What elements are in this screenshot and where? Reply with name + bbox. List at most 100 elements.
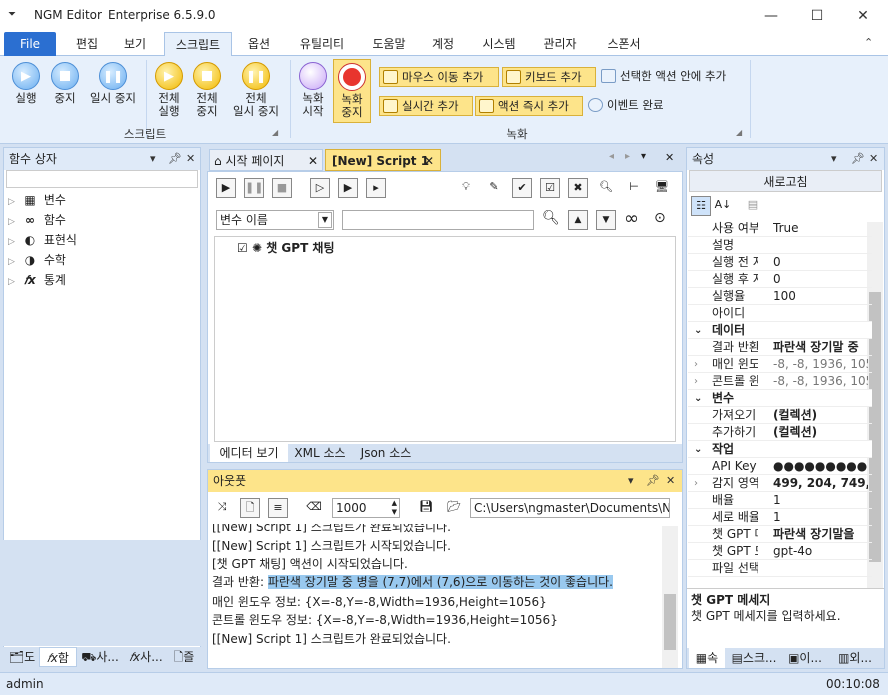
play-outline-icon[interactable]: ▷ xyxy=(310,178,330,198)
minimize-button[interactable]: — xyxy=(748,0,794,32)
categorized-icon[interactable]: ☷ xyxy=(691,196,711,216)
tab-file[interactable]: File xyxy=(4,32,56,56)
clear-icon[interactable]: ⤨ xyxy=(212,498,232,518)
property-row[interactable]: 가져오기 (컬렉션) xyxy=(688,407,872,424)
event-done-button[interactable]: 이벤트 완료 xyxy=(585,96,677,116)
tab-script[interactable]: 스크립트 xyxy=(164,32,232,56)
up-icon[interactable]: ▲ xyxy=(568,210,588,230)
tab-favorites[interactable]: 🗋즐 xyxy=(169,647,199,667)
tab-toolbox[interactable]: 🗂︎도 xyxy=(5,647,39,667)
folder-icon[interactable]: 📂︎ xyxy=(444,498,464,518)
record-stop-button[interactable]: 녹화 중지 xyxy=(333,59,371,123)
log-path-input[interactable]: C:\Users\ngmaster\Documents\NGM xyxy=(470,498,670,518)
output-scrollbar[interactable] xyxy=(662,526,678,668)
tree-item-variable[interactable]: ▷ ▦ 변수 xyxy=(8,190,66,210)
group-launcher-icon[interactable]: ◢ xyxy=(736,128,742,137)
infinity-icon[interactable]: ∞ xyxy=(624,208,639,229)
tree-icon[interactable]: ⊢ xyxy=(624,178,644,198)
property-row[interactable]: 사용 여부 True xyxy=(688,220,872,237)
property-value[interactable]: 1 xyxy=(773,492,868,509)
step-icon[interactable]: ▶ xyxy=(338,178,358,198)
line-count-stepper[interactable]: 1000 ▲ ▼ xyxy=(332,498,400,518)
checkbox-icon[interactable]: ☑ xyxy=(237,241,248,255)
maximize-button[interactable]: ☐ xyxy=(794,0,840,32)
tab-user[interactable]: ⛟사... xyxy=(79,647,121,667)
tab-properties[interactable]: ▦속 xyxy=(689,648,725,668)
property-row[interactable]: › 콘트롤 윈! -8, -8, 1936, 1056 xyxy=(688,373,872,390)
scroll-right-icon[interactable]: ▸ xyxy=(625,151,630,162)
close-icon[interactable]: ✕ xyxy=(186,152,195,165)
check-all-icon[interactable]: ✔ xyxy=(512,178,532,198)
run-button[interactable]: ▶ 실행 xyxy=(6,62,46,105)
property-row[interactable]: 챗 GPT 메 파란색 장기말을 xyxy=(688,526,872,543)
tab-utility[interactable]: 유틸리티 xyxy=(290,32,354,56)
expand-icon[interactable]: › xyxy=(694,356,698,373)
collapse-icon[interactable]: ⌄ xyxy=(694,322,702,339)
dropdown-icon[interactable]: ▾ xyxy=(831,152,837,165)
monitor-icon[interactable]: 🖥︎ xyxy=(652,178,672,198)
close-tab-icon[interactable]: ✕ xyxy=(424,150,434,172)
collapse-ribbon-icon[interactable]: ⌃ xyxy=(864,36,873,49)
tab-function[interactable]: 𝑓x함 xyxy=(39,647,77,667)
add-in-selected-button[interactable]: 선택한 액션 안에 추가 xyxy=(598,67,748,87)
tab-image[interactable]: ▣이... xyxy=(783,648,827,668)
add-realtime-button[interactable]: 실시간 추가 xyxy=(379,96,473,116)
tree-item-function[interactable]: ▷ ∞ 함수 xyxy=(8,210,66,230)
property-value[interactable]: 0 xyxy=(773,271,868,288)
property-pages-icon[interactable]: ▤ xyxy=(743,196,763,216)
property-row[interactable]: 실행 후 지 0 xyxy=(688,271,872,288)
close-tab-icon[interactable]: ✕ xyxy=(308,150,318,172)
add-mouse-move-button[interactable]: 마우스 이동 추가 xyxy=(379,67,499,87)
close-icon[interactable]: ✕ xyxy=(665,151,674,164)
pin-icon[interactable]: 📌︎ xyxy=(646,474,660,487)
property-value[interactable]: 파란색 장기말을 xyxy=(773,526,868,543)
tab-options[interactable]: 옵션 xyxy=(238,32,280,56)
tab-user-function[interactable]: 𝑓x사... xyxy=(123,647,169,667)
dropdown-icon[interactable]: ▾ xyxy=(628,474,634,487)
variable-select[interactable]: 변수 이름 ▼ xyxy=(216,210,334,230)
search-icon[interactable]: 🔍︎ xyxy=(596,178,616,198)
tab-editor-view[interactable]: 에디터 보기 xyxy=(210,444,288,462)
scrollbar-thumb[interactable] xyxy=(664,594,676,650)
file-search-icon[interactable]: 🗋 xyxy=(240,498,260,518)
property-category[interactable]: ⌄ 데이터 xyxy=(688,322,872,339)
add-action-now-button[interactable]: 액션 즉시 추가 xyxy=(475,96,583,116)
search-icon[interactable]: 🔍︎ xyxy=(542,210,560,226)
down-icon[interactable]: ▼ xyxy=(596,210,616,230)
bulb-icon[interactable]: 💡︎ xyxy=(456,178,476,198)
close-icon[interactable]: ✕ xyxy=(666,474,675,487)
tree-item-math[interactable]: ▷ ◑ 수학 xyxy=(8,250,66,270)
tab-admin[interactable]: 관리자 xyxy=(534,32,586,56)
add-keyboard-button[interactable]: 키보드 추가 xyxy=(502,67,596,87)
check-icon[interactable]: ☑ xyxy=(540,178,560,198)
collapse-icon[interactable]: ⌄ xyxy=(694,441,702,458)
save-icon[interactable]: 💾︎ xyxy=(416,498,436,518)
dropdown-icon[interactable]: ▾ xyxy=(641,151,646,162)
property-row[interactable]: 실행 전 지 0 xyxy=(688,254,872,271)
dropdown-icon[interactable]: ▾ xyxy=(150,152,156,165)
tree-item-statistics[interactable]: ▷ 𝑓x 통계 xyxy=(8,270,66,290)
pin-icon[interactable]: 📌︎ xyxy=(851,152,865,165)
expand-icon[interactable]: › xyxy=(694,373,698,390)
property-row[interactable]: 챗 GPT 모 gpt-4o xyxy=(688,543,872,560)
pin-icon[interactable]: 📌︎ xyxy=(168,152,182,165)
variable-search-input[interactable] xyxy=(342,210,534,230)
property-value[interactable]: gpt-4o xyxy=(773,543,868,560)
refresh-button[interactable]: 새로고침 xyxy=(689,170,882,192)
list-icon[interactable]: ≡ xyxy=(268,498,288,518)
property-row[interactable]: › 매인 윈도: -8, -8, 1936, 1056 xyxy=(688,356,872,373)
sort-az-icon[interactable]: A↓ xyxy=(713,196,733,216)
tree-item-chatgpt[interactable]: ☑ ✺ 챗 GPT 채팅 xyxy=(237,239,335,257)
stop-icon[interactable]: ■ xyxy=(272,178,292,198)
edit-icon[interactable]: ✎ xyxy=(484,178,504,198)
eraser-icon[interactable]: ⌫ xyxy=(304,498,324,518)
property-row[interactable]: › 감지 영역 499, 204, 749, 7 xyxy=(688,475,872,492)
tab-system[interactable]: 시스템 xyxy=(474,32,524,56)
more-icon[interactable]: ⊙ xyxy=(654,210,666,226)
property-row[interactable]: 추가하기 (컬렉션) xyxy=(688,424,872,441)
tab-account[interactable]: 계정 xyxy=(422,32,464,56)
property-row[interactable]: 파일 선택 xyxy=(688,560,872,577)
tab-script-1[interactable]: [New] Script 1 ✕ xyxy=(325,149,441,171)
property-row[interactable]: API Key 입 ●●●●●●●●● xyxy=(688,458,872,475)
delete-icon[interactable]: ✖ xyxy=(568,178,588,198)
